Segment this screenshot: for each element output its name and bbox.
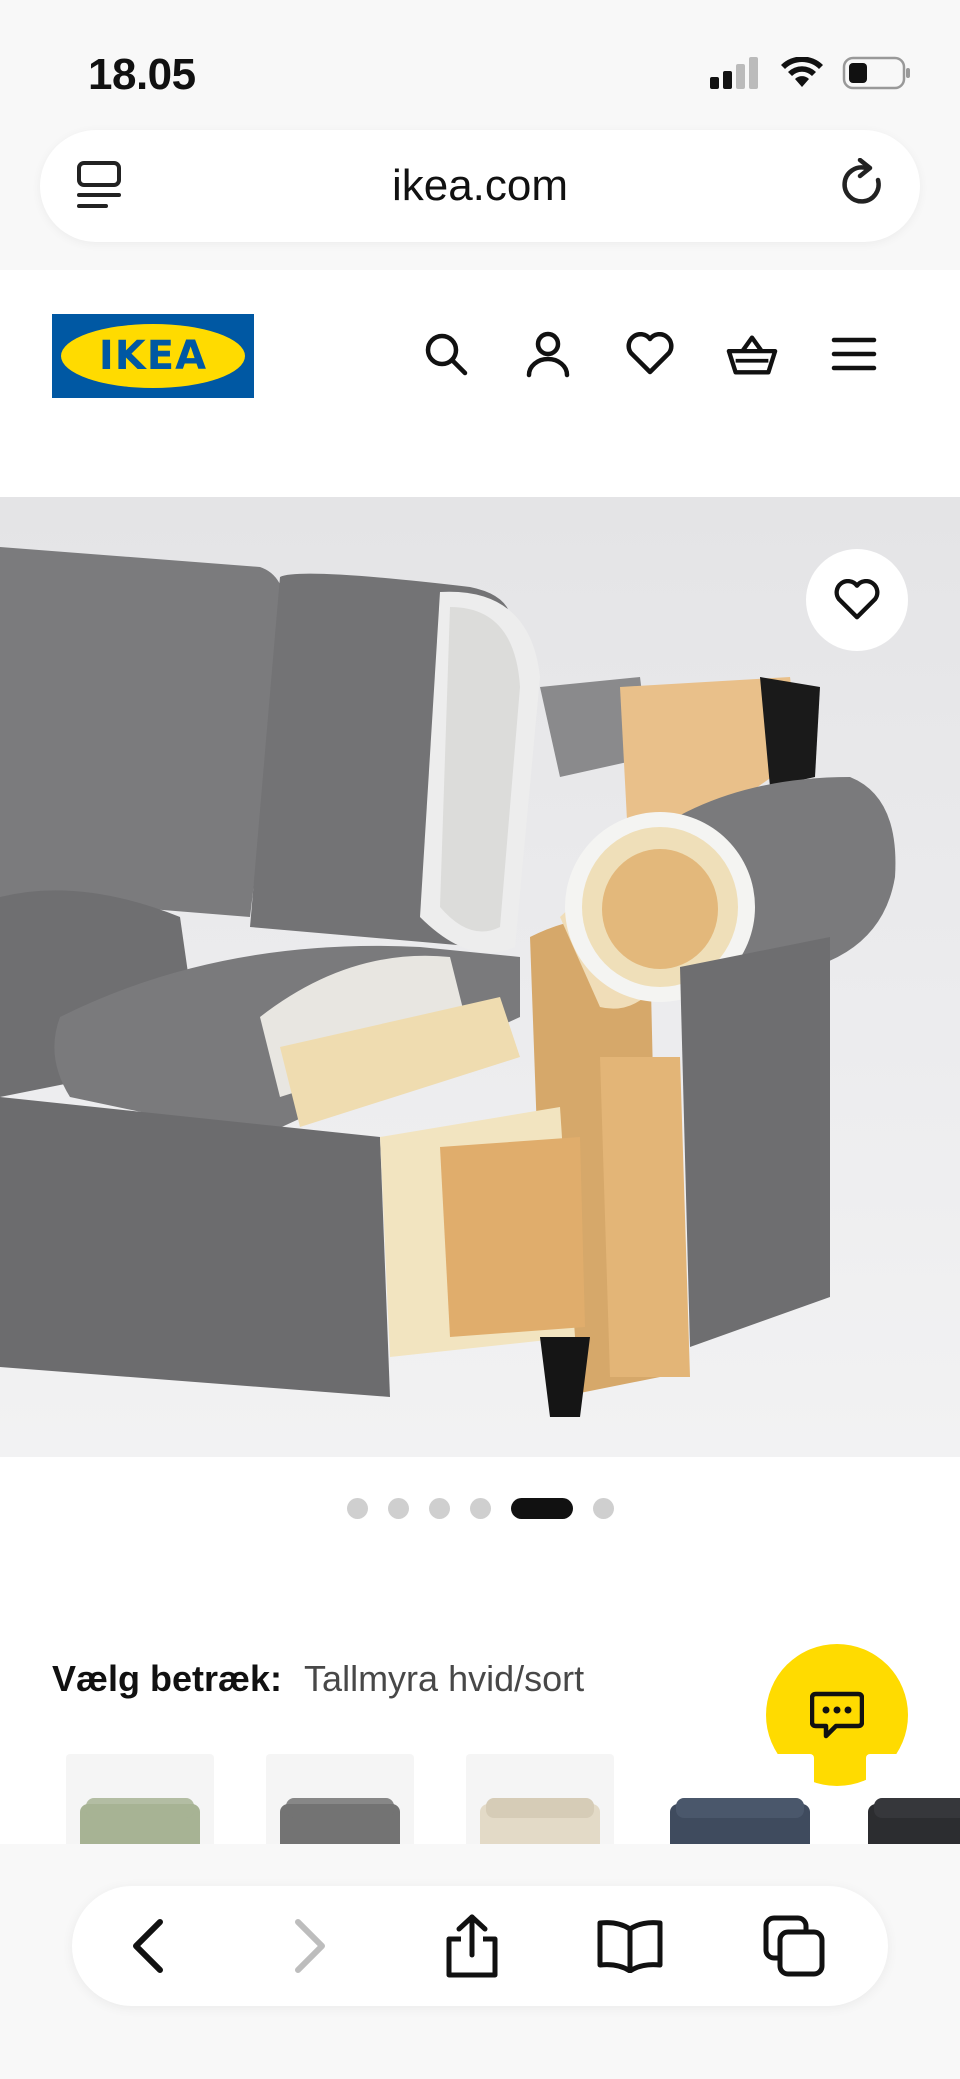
sofa-thumbnail	[480, 1798, 600, 1844]
cover-swatch[interactable]	[866, 1754, 960, 1844]
cover-swatch[interactable]	[466, 1754, 614, 1844]
menu-icon[interactable]	[828, 328, 880, 380]
status-time: 18.05	[88, 50, 196, 99]
cover-swatch[interactable]	[666, 1754, 814, 1844]
gallery-dot[interactable]	[592, 1498, 614, 1519]
search-icon[interactable]	[420, 328, 472, 380]
gallery-dot[interactable]	[346, 1498, 368, 1519]
forward-icon	[295, 1919, 325, 1973]
add-to-favourites-button[interactable]	[806, 549, 908, 651]
browser-toolbar-area	[0, 1844, 960, 2079]
account-icon[interactable]	[522, 328, 574, 380]
status-bar: 18.05	[0, 0, 960, 120]
reload-icon[interactable]	[838, 157, 888, 217]
favourites-icon[interactable]	[624, 328, 676, 380]
product-image[interactable]	[0, 497, 960, 1457]
sofa-thumbnail	[80, 1798, 200, 1844]
reader-menu-icon[interactable]	[76, 160, 124, 215]
cover-swatch[interactable]	[266, 1754, 414, 1844]
gallery-dot[interactable]	[469, 1498, 491, 1519]
gallery-dot[interactable]	[387, 1498, 409, 1519]
cart-icon[interactable]	[726, 328, 778, 380]
battery-icon	[842, 56, 910, 90]
forward-button[interactable]	[274, 1910, 346, 1982]
cover-swatches	[66, 1754, 960, 1844]
cover-swatch[interactable]	[66, 1754, 214, 1844]
signal-icon	[710, 57, 758, 89]
browser-toolbar	[72, 1886, 888, 2006]
sofa-thumbnail	[868, 1798, 960, 1844]
heart-icon	[834, 579, 880, 620]
status-icons	[710, 56, 912, 90]
sofa-cutaway-illustration	[0, 547, 896, 1417]
share-button[interactable]	[436, 1910, 508, 1982]
ikea-logo[interactable]: IKEA	[52, 314, 254, 398]
chat-icon	[810, 1691, 864, 1739]
browser-url-area: ikea.com	[0, 120, 960, 270]
gallery-dot[interactable]	[428, 1498, 450, 1519]
cover-label: Vælg betræk:	[52, 1658, 283, 1699]
cover-selection: Vælg betræk: Tallmyra hvid/sort	[52, 1658, 584, 1700]
sofa-thumbnail	[280, 1798, 400, 1844]
tabs-icon	[763, 1915, 825, 1977]
header-icons	[420, 328, 880, 380]
logo-text: IKEA	[98, 333, 208, 379]
back-icon	[133, 1919, 163, 1973]
gallery-pagination	[0, 1498, 960, 1519]
url-text: ikea.com	[391, 161, 569, 210]
back-button[interactable]	[112, 1910, 184, 1982]
share-icon	[446, 1914, 498, 1978]
bookmarks-button[interactable]	[594, 1910, 666, 1982]
bookmarks-icon	[597, 1920, 663, 1973]
tabs-button[interactable]	[758, 1910, 830, 1982]
logo-oval: IKEA	[61, 324, 245, 388]
wifi-icon	[781, 57, 823, 87]
sofa-thumbnail	[670, 1798, 810, 1844]
cover-value: Tallmyra hvid/sort	[304, 1658, 585, 1699]
gallery-dot-active[interactable]	[510, 1498, 573, 1519]
site-header: IKEA	[0, 270, 960, 496]
address-bar[interactable]: ikea.com	[40, 130, 920, 242]
